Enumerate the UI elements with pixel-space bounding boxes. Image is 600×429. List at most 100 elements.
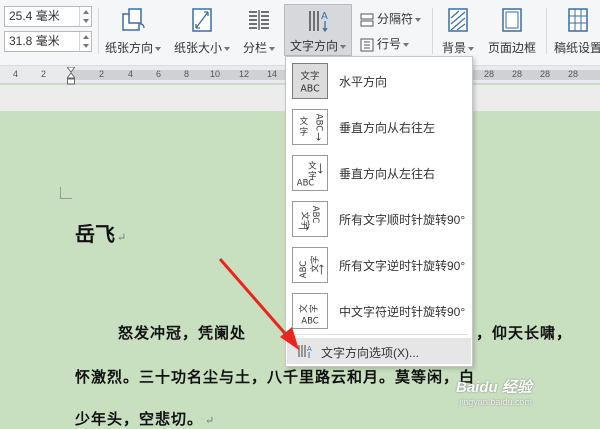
chevron-down-icon [155, 46, 161, 51]
menu-item-horizontal[interactable]: 文字 ABC 水平方向 [286, 58, 472, 104]
text-horizontal-icon: 文字 ABC [292, 63, 328, 99]
ruler-tick: 4 [128, 69, 134, 79]
paragraph-mark-icon: ↵ [117, 231, 127, 244]
ruler-tick: 28 [540, 69, 551, 79]
text-rotate-ccw-icon: ABC 文字 [292, 247, 328, 283]
baidu-watermark: Baidu 经验 jingyan.baidu.com [456, 376, 532, 407]
svg-text:字: 字 [309, 304, 320, 313]
grid-paper-label: 稿纸设置 [553, 41, 600, 55]
page-width-value: 25.4 毫米 [9, 9, 60, 23]
menu-item-rotate-cw[interactable]: ABC 文字 所有文字顺时针旋转90° [286, 196, 472, 242]
paper-size-button[interactable]: 纸张大小 [170, 4, 234, 60]
ruler-tick: 2 [41, 69, 47, 79]
document-line-text: 怒发冲冠，凭阑处 [118, 324, 247, 342]
paper-orientation-button[interactable]: 纸张方向 [102, 4, 164, 60]
paper-orientation-icon [122, 8, 145, 31]
columns-button[interactable]: 分栏 [238, 4, 280, 60]
menu-item-label: 文字方向选项(X)... [321, 346, 419, 360]
svg-text:ABC: ABC [300, 83, 320, 94]
grid-paper-button[interactable]: 稿纸设置 [550, 4, 600, 60]
ruler-tick: 14 [267, 69, 278, 79]
document-title-text: 岳飞 [75, 222, 115, 246]
ruler-tick: 4 [13, 69, 19, 79]
svg-text:ABC: ABC [297, 178, 314, 188]
page-border-label: 页面边框 [487, 41, 536, 55]
page-height-spinbox[interactable]: 31.8 毫米 [4, 31, 92, 52]
separator-icon [360, 13, 374, 27]
columns-label: 分栏 [242, 41, 267, 55]
chevron-down-icon [269, 46, 275, 51]
svg-text:A: A [321, 11, 328, 22]
toolbar-divider [98, 8, 99, 54]
paragraph-mark-icon: ↵ [205, 414, 216, 427]
line-number-button[interactable]: 行号 [360, 34, 410, 54]
grid-paper-icon [568, 8, 588, 32]
menu-item-cjk-rotate-ccw[interactable]: 文 字 ABC 中文字符逆时针旋转90° [286, 288, 472, 334]
page-width-spinbox[interactable]: 25.4 毫米 [4, 6, 92, 27]
ruler-tick: 8 [184, 69, 190, 79]
svg-text:文字: 文字 [299, 211, 310, 228]
text-direction-icon: A [309, 11, 328, 33]
document-line-text: 怀激烈。三十功名尘与土，八千里路云和月。莫等闲，白 [75, 368, 476, 386]
indent-marker-icon[interactable] [67, 67, 75, 85]
chevron-down-icon [403, 42, 410, 47]
background-label: 背景 [441, 41, 466, 55]
document-title[interactable]: 岳飞 ↵ [75, 218, 126, 247]
line-number-label: 行号 [377, 37, 402, 51]
svg-text:文字: 文字 [310, 256, 321, 273]
menu-item-label: 垂直方向从右往左 [339, 121, 436, 135]
menu-item-label: 所有文字顺时针旋转90° [339, 213, 466, 227]
text-vertical-ltr-icon: 文 字 ABC [292, 155, 328, 191]
page-width-stepper-icon[interactable] [79, 7, 91, 26]
menu-item-vertical-rtl[interactable]: ABC 文 字 垂直方向从右往左 [286, 104, 472, 150]
text-rotate-cw-icon: ABC 文字 [292, 201, 328, 237]
toolbar-divider [546, 8, 547, 54]
menu-item-label: 水平方向 [339, 75, 388, 89]
ruler-tick: 28 [484, 69, 495, 79]
text-direction-button[interactable]: A 文字方向 [284, 4, 352, 56]
svg-text:文字: 文字 [301, 70, 320, 82]
menu-divider [290, 334, 468, 335]
ruler-tick: 12 [239, 69, 250, 79]
svg-text:字: 字 [300, 127, 309, 138]
document-line-text: 少年头，空悲切。 [75, 410, 204, 428]
background-icon [448, 8, 468, 32]
watermark-url: jingyan.baidu.com [459, 397, 532, 407]
menu-item-text-direction-options[interactable]: A 文字方向选项(X)... [287, 338, 471, 364]
svg-text:ABC: ABC [310, 206, 320, 223]
text-direction-menu: 文字 ABC 水平方向 ABC 文 字 垂直方向从右往左 文 字 ABC 垂直方… [285, 56, 473, 367]
separator-button[interactable]: 分隔符 [360, 9, 422, 29]
page-border-button[interactable]: 页面边框 [484, 4, 540, 60]
svg-text:ABC: ABC [299, 261, 309, 278]
ruler-tick: 28 [512, 69, 523, 79]
document-line-text: ，仰天长啸， [476, 324, 573, 342]
page-border-icon [502, 8, 522, 32]
ruler-tick: 10 [210, 69, 221, 79]
columns-icon [249, 10, 269, 30]
chevron-down-icon [415, 17, 422, 22]
separator-label: 分隔符 [377, 12, 414, 26]
ruler-tick: 28 [568, 69, 579, 79]
ruler-tick: 2 [99, 69, 105, 79]
svg-text:文: 文 [308, 160, 317, 171]
cjk-rotate-ccw-icon: 文 字 ABC [292, 293, 328, 329]
menu-item-rotate-ccw[interactable]: ABC 文字 所有文字逆时针旋转90° [286, 242, 472, 288]
svg-text:ABC: ABC [301, 316, 318, 326]
document-line[interactable]: 怀激烈。三十功名尘与土，八千里路云和月。莫等闲，白 [75, 366, 475, 387]
text-direction-options-icon: A [298, 345, 312, 358]
background-button[interactable]: 背景 [436, 4, 480, 60]
svg-text:A: A [307, 345, 312, 353]
text-vertical-rtl-icon: ABC 文 字 [292, 109, 328, 145]
menu-item-vertical-ltr[interactable]: 文 字 ABC 垂直方向从左往右 [286, 150, 472, 196]
document-line[interactable]: 怒发冲冠，凭阑处 [118, 322, 246, 343]
line-number-icon [360, 38, 374, 52]
margin-corner-mark [60, 187, 72, 199]
document-line[interactable]: 少年头，空悲切。 ↵ [75, 408, 215, 429]
document-line[interactable]: ，仰天长啸， [476, 322, 572, 343]
paper-size-label: 纸张大小 [173, 41, 222, 55]
chevron-down-icon [224, 46, 230, 51]
page-height-stepper-icon[interactable] [79, 32, 91, 51]
svg-text:文: 文 [300, 116, 309, 127]
toolbar-divider [432, 8, 433, 54]
menu-item-label: 所有文字逆时针旋转90° [339, 259, 466, 273]
